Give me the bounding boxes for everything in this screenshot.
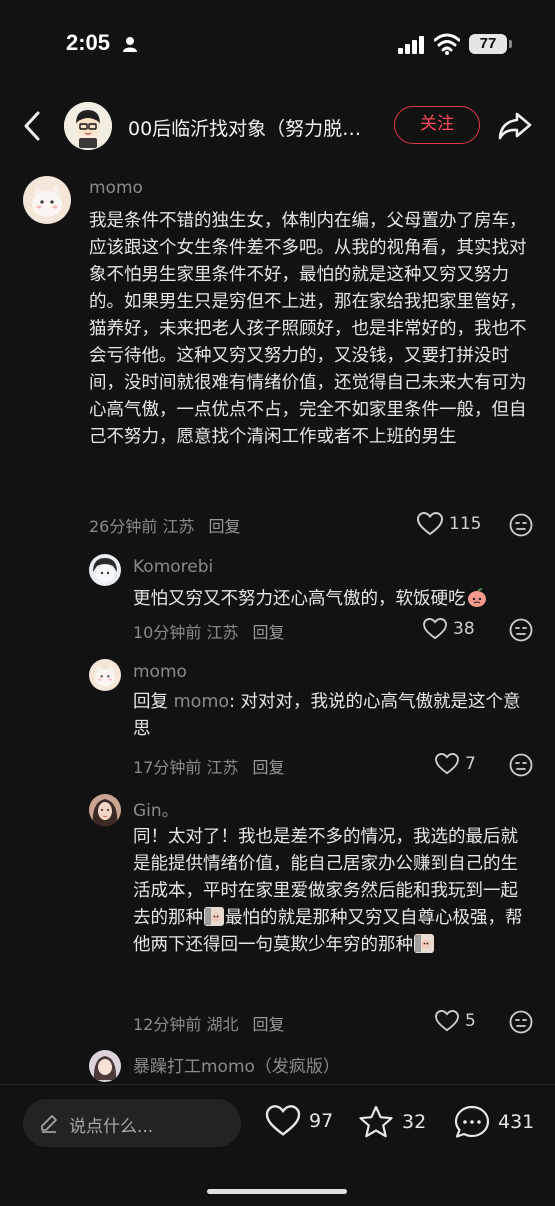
reply-button[interactable]: 回复 bbox=[252, 758, 284, 777]
status-bar: 2:05 77 bbox=[0, 0, 555, 90]
peach-emoji-icon bbox=[467, 588, 486, 607]
comment-count: 431 bbox=[498, 1111, 535, 1133]
comment-time-location: 26分钟前 江苏 bbox=[89, 517, 195, 536]
commenter-avatar[interactable] bbox=[89, 1050, 121, 1082]
bottom-action-bar: 说点什么... 97 32 431 bbox=[0, 1085, 555, 1206]
comment-author[interactable]: momo bbox=[133, 662, 187, 682]
star-icon bbox=[359, 1105, 393, 1138]
sticker-emoji-icon bbox=[414, 934, 434, 953]
signal-icon bbox=[398, 36, 424, 54]
comment-bubble-icon bbox=[454, 1105, 490, 1138]
commenter-avatar[interactable] bbox=[89, 794, 121, 826]
heart-icon bbox=[265, 1105, 301, 1136]
reply-button[interactable]: 回复 bbox=[208, 517, 240, 536]
home-indicator[interactable] bbox=[207, 1189, 347, 1194]
dislike-icon[interactable] bbox=[509, 513, 533, 537]
person-icon bbox=[123, 37, 137, 52]
comment-text: 同！太对了！我也是差不多的情况，我选的最后就是能提供情绪价值，能自己居家办公赚到… bbox=[133, 824, 533, 959]
like-button[interactable]: 5 bbox=[435, 1010, 476, 1032]
battery-tip bbox=[509, 40, 512, 48]
page-title: 00后临沂找对象（努力脱… bbox=[128, 118, 362, 140]
collect-count: 32 bbox=[402, 1111, 427, 1133]
commenter-avatar[interactable] bbox=[89, 554, 121, 586]
share-icon[interactable] bbox=[497, 110, 533, 142]
like-post-button[interactable]: 97 bbox=[265, 1105, 333, 1137]
reply-button[interactable]: 回复 bbox=[252, 1015, 284, 1034]
comment-meta: 26分钟前 江苏 回复 bbox=[89, 513, 240, 537]
comments-button[interactable]: 431 bbox=[454, 1105, 534, 1139]
girl-avatar-image bbox=[89, 1050, 121, 1082]
cat-avatar-image bbox=[23, 176, 71, 224]
comment-meta: 10分钟前 江苏 回复 bbox=[133, 619, 284, 643]
heart-icon bbox=[417, 512, 443, 536]
heart-icon bbox=[423, 618, 447, 640]
anime-avatar-image bbox=[89, 554, 121, 586]
heart-icon bbox=[435, 753, 459, 775]
like-count: 5 bbox=[465, 1011, 476, 1031]
like-button[interactable]: 38 bbox=[423, 618, 475, 640]
comment-input-placeholder: 说点什么... bbox=[69, 1117, 154, 1137]
dislike-icon[interactable] bbox=[509, 618, 533, 642]
comment-text-body: 更怕又穷又不努力还心高气傲的，软饭硬吃 bbox=[133, 589, 466, 609]
back-icon[interactable] bbox=[20, 110, 46, 142]
comment-input[interactable]: 说点什么... bbox=[23, 1099, 241, 1147]
comment-author[interactable]: momo bbox=[89, 178, 143, 198]
comment-text: 回复 momo: 对对对，我说的心高气傲就是这个意思 bbox=[133, 689, 533, 743]
commenter-avatar[interactable] bbox=[89, 659, 121, 691]
dislike-icon[interactable] bbox=[509, 753, 533, 777]
header: 00后临沂找对象（努力脱… 关注 bbox=[0, 96, 555, 156]
comment-author[interactable]: Gin。 bbox=[133, 796, 179, 821]
commenter-avatar[interactable] bbox=[23, 176, 71, 224]
like-button[interactable]: 7 bbox=[435, 753, 476, 775]
battery-indicator: 77 bbox=[469, 34, 507, 54]
mention-link[interactable]: momo bbox=[174, 692, 230, 712]
pencil-icon bbox=[41, 1115, 57, 1133]
comment-meta: 17分钟前 江苏 回复 bbox=[133, 754, 284, 778]
comment-author[interactable]: 暴躁打工momo（发疯版） bbox=[133, 1052, 340, 1077]
collect-button[interactable]: 32 bbox=[358, 1105, 426, 1139]
like-count: 38 bbox=[453, 619, 475, 639]
author-avatar[interactable] bbox=[64, 102, 112, 150]
follow-button[interactable]: 关注 bbox=[394, 106, 480, 144]
cat-avatar-image bbox=[89, 659, 121, 691]
post-like-count: 97 bbox=[309, 1110, 334, 1132]
comment-author[interactable]: Komorebi bbox=[133, 557, 213, 577]
comment-time-location: 10分钟前 江苏 bbox=[133, 623, 239, 642]
comment-time-location: 12分钟前 湖北 bbox=[133, 1015, 239, 1034]
comment-time-location: 17分钟前 江苏 bbox=[133, 758, 239, 777]
dislike-icon[interactable] bbox=[509, 1010, 533, 1034]
like-count: 115 bbox=[449, 514, 482, 534]
status-time: 2:05 bbox=[66, 30, 111, 55]
like-count: 7 bbox=[465, 754, 476, 774]
girl-photo-avatar-image bbox=[89, 794, 121, 826]
like-button[interactable]: 115 bbox=[417, 512, 481, 536]
comment-text: 更怕又穷又不努力还心高气傲的，软饭硬吃 bbox=[133, 586, 533, 613]
wifi-icon bbox=[434, 33, 460, 55]
cartoon-boy-avatar-image bbox=[64, 102, 112, 150]
sticker-emoji-icon bbox=[204, 907, 224, 926]
reply-button[interactable]: 回复 bbox=[252, 623, 284, 642]
heart-icon bbox=[435, 1010, 459, 1032]
comment-meta: 12分钟前 湖北 回复 bbox=[133, 1011, 284, 1035]
comment-text: 我是条件不错的独生女，体制内在编，父母置办了房车，应该跟这个女生条件差不多吧。从… bbox=[89, 211, 527, 447]
reply-prefix: 回复 bbox=[133, 692, 174, 712]
